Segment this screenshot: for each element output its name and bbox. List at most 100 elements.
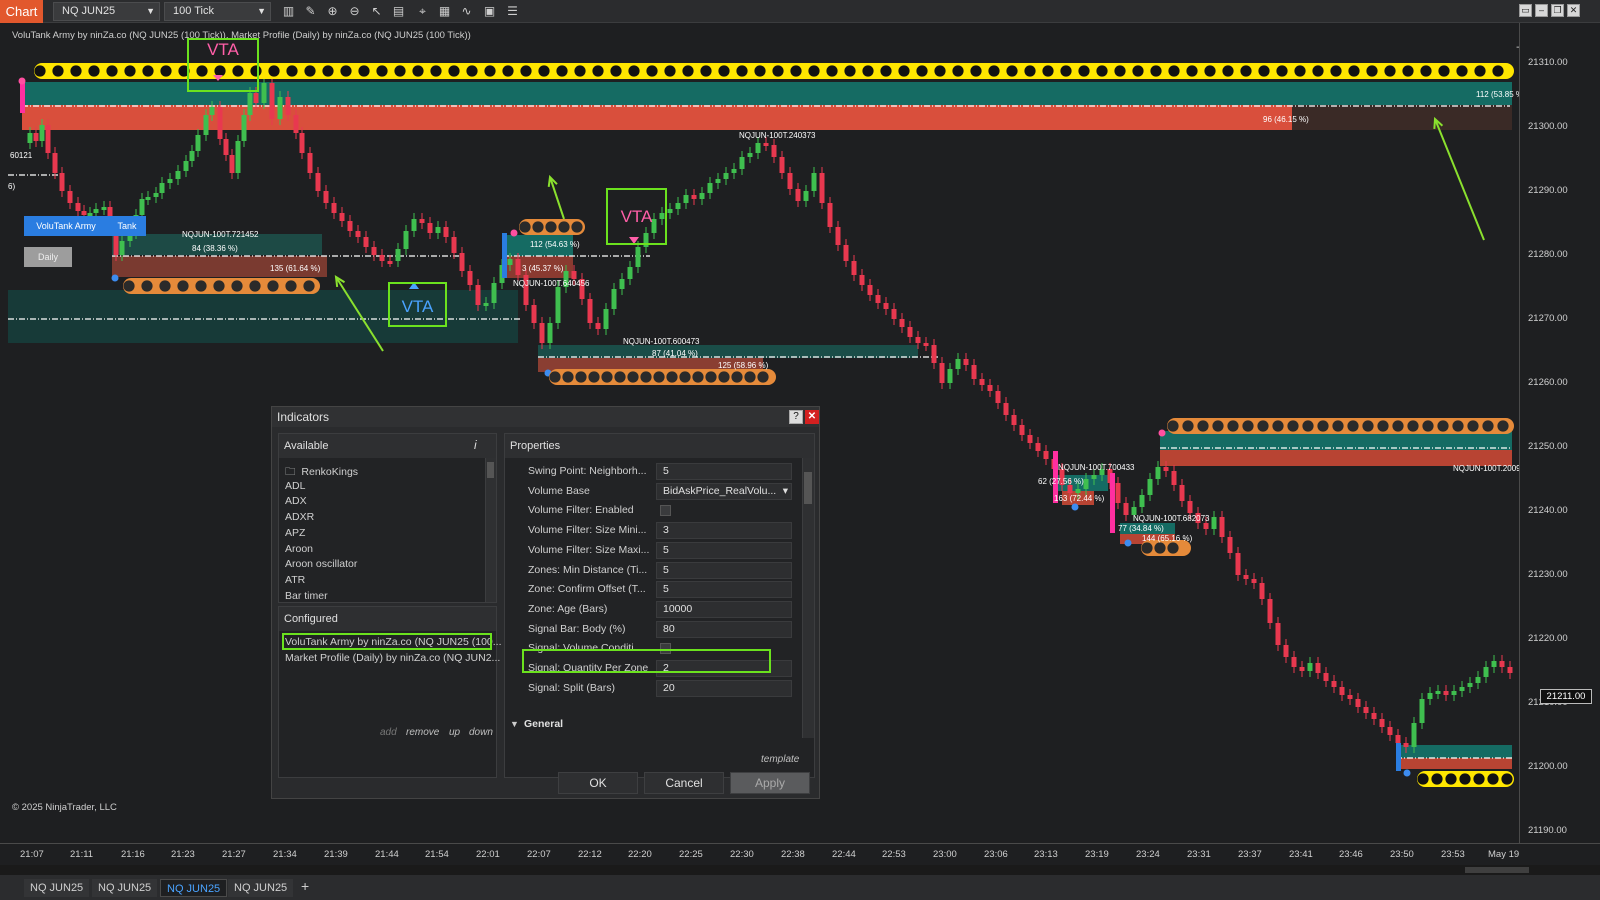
close-icon[interactable]: ✕	[805, 410, 819, 424]
add-link[interactable]: add	[380, 727, 397, 738]
orange-dots-dot	[549, 371, 561, 383]
yellow-dots-dot	[898, 65, 910, 77]
volutank-army-button[interactable]: VoluTank Army	[24, 216, 108, 236]
tab-instrument[interactable]: NQ JUN25	[24, 879, 90, 897]
yellow-dots-dot	[718, 65, 730, 77]
candle-body	[531, 305, 537, 323]
available-item[interactable]: ADL	[285, 480, 305, 492]
property-value-field[interactable]: 5	[656, 581, 792, 599]
add-tab-icon[interactable]: +	[301, 878, 309, 894]
horizontal-scrollbar[interactable]	[0, 865, 1600, 875]
yellow-dots-dot	[1096, 65, 1108, 77]
pointer-icon[interactable]: ↖	[368, 3, 385, 20]
available-item[interactable]: ADXR	[285, 511, 314, 523]
remove-link[interactable]: remove	[406, 727, 439, 738]
property-value-field[interactable]: 5	[656, 541, 792, 559]
property-value-field[interactable]: BidAskPrice_RealVolu... ▾	[656, 482, 792, 500]
configured-item[interactable]: Market Profile (Daily) by ninZa.co (NQ J…	[285, 652, 500, 664]
properties-scroll-thumb[interactable]	[804, 472, 812, 504]
template-link[interactable]: template	[761, 754, 799, 765]
property-value-field[interactable]: 3	[656, 522, 792, 540]
chart-menu-button[interactable]: Chart	[0, 0, 43, 23]
yellow-dots-dot	[394, 65, 406, 77]
property-value-field[interactable]: 5	[656, 561, 792, 579]
info-icon[interactable]: i	[474, 438, 477, 452]
available-scroll-thumb[interactable]	[487, 462, 494, 478]
candle-body	[931, 345, 937, 363]
yellow-dots-dot	[682, 65, 694, 77]
property-value-field[interactable]: 10000	[656, 600, 792, 618]
tab-instrument-active[interactable]: NQ JUN25	[160, 879, 228, 897]
up-link[interactable]: up	[449, 727, 460, 738]
candle-body	[203, 115, 209, 135]
property-name: Volume Filter: Size Mini...	[528, 524, 647, 537]
zoom-out-icon[interactable]: ⊖	[346, 3, 363, 20]
available-item[interactable]: APZ	[285, 527, 305, 539]
orange-dots-dot	[1227, 420, 1239, 432]
price-axis[interactable]: 21310.00 21300.00 21290.00 21280.00 21270.00…	[1519, 23, 1600, 843]
help-icon[interactable]: ?	[789, 410, 803, 424]
available-item[interactable]: Aroon oscillator	[285, 558, 357, 570]
daily-button[interactable]: Daily	[24, 247, 72, 267]
interval-selector[interactable]: 100 Tick ▼	[164, 2, 271, 21]
properties-icon[interactable]: ▣	[481, 3, 498, 20]
tab-instrument[interactable]: NQ JUN25	[228, 879, 294, 897]
down-link[interactable]: down	[469, 727, 493, 738]
yellow-dots-dot	[1222, 65, 1234, 77]
list-icon[interactable]: ☰	[504, 3, 521, 20]
property-checkbox[interactable]	[660, 505, 671, 517]
pencil-icon[interactable]: ✎	[302, 3, 319, 20]
candle-body	[229, 155, 235, 173]
available-item-label: ADL	[285, 479, 306, 492]
candle-body	[1403, 743, 1409, 747]
time-tick-label: 23:41	[1289, 849, 1313, 860]
data-box-icon[interactable]: ▤	[390, 3, 407, 20]
available-item[interactable]: ATR	[285, 574, 305, 586]
maximize-icon[interactable]: ❐	[1551, 4, 1564, 17]
time-tick-label: 21:39	[324, 849, 348, 860]
candle-body	[1475, 677, 1481, 683]
property-value: 5	[663, 583, 669, 596]
cancel-button[interactable]: Cancel	[644, 772, 724, 794]
yellow-dots-dot	[88, 65, 100, 77]
tab-instrument[interactable]: NQ JUN25	[92, 879, 158, 897]
tank-button[interactable]: Tank	[108, 216, 146, 236]
signal-bar	[1396, 743, 1401, 771]
bar-type-icon[interactable]: ▥	[280, 3, 297, 20]
available-scrollbar[interactable]	[485, 458, 496, 602]
crosshair-icon[interactable]: ⌖	[414, 3, 431, 20]
time-tick-label: 23:13	[1034, 849, 1058, 860]
candle-body	[491, 283, 497, 303]
zoom-in-icon[interactable]: ⊕	[324, 3, 341, 20]
available-item[interactable]: Bar timer	[285, 590, 328, 602]
orange-dots-dot	[519, 221, 531, 233]
available-item[interactable]: ADX	[285, 495, 307, 507]
window-tile-icon[interactable]: ▭	[1519, 4, 1532, 17]
yellow-dots-dot	[160, 65, 172, 77]
yellow-dots-dot	[844, 65, 856, 77]
zone-id-label: NQJUN-100T.200964	[1453, 464, 1519, 473]
available-item[interactable]: Aroon	[285, 543, 313, 555]
apply-button[interactable]: Apply	[730, 772, 810, 794]
indicators-icon[interactable]: ∿	[458, 3, 475, 20]
yellow-dots-dot	[1294, 65, 1306, 77]
collapse-triangle-icon[interactable]: ▼	[510, 719, 519, 729]
candle-body	[1163, 467, 1169, 471]
orange-dots-dot	[1362, 420, 1374, 432]
property-row: Swing Point: Neighborh... 5	[505, 462, 801, 482]
candle-body	[1363, 707, 1369, 713]
zone-volume-label: 87 (41.04 %)	[652, 349, 698, 358]
candle-body	[723, 173, 729, 179]
candle-body	[883, 303, 889, 309]
property-value-field[interactable]: 5	[656, 463, 792, 480]
strategies-icon[interactable]: ▦	[436, 3, 453, 20]
ok-button[interactable]: OK	[558, 772, 638, 794]
time-axis[interactable]: 21:07 21:11 21:16 21:23 21:27 21:34 21:39 21:44…	[0, 843, 1600, 865]
scroll-thumb[interactable]	[1465, 867, 1529, 873]
group-general[interactable]: General	[524, 718, 563, 730]
property-value-field[interactable]: 80	[656, 620, 792, 638]
minimize-icon[interactable]: –	[1535, 4, 1548, 17]
instrument-selector[interactable]: NQ JUN25 ▼	[53, 2, 160, 21]
close-window-icon[interactable]: ✕	[1567, 4, 1580, 17]
property-value-field[interactable]: 20	[656, 679, 792, 697]
